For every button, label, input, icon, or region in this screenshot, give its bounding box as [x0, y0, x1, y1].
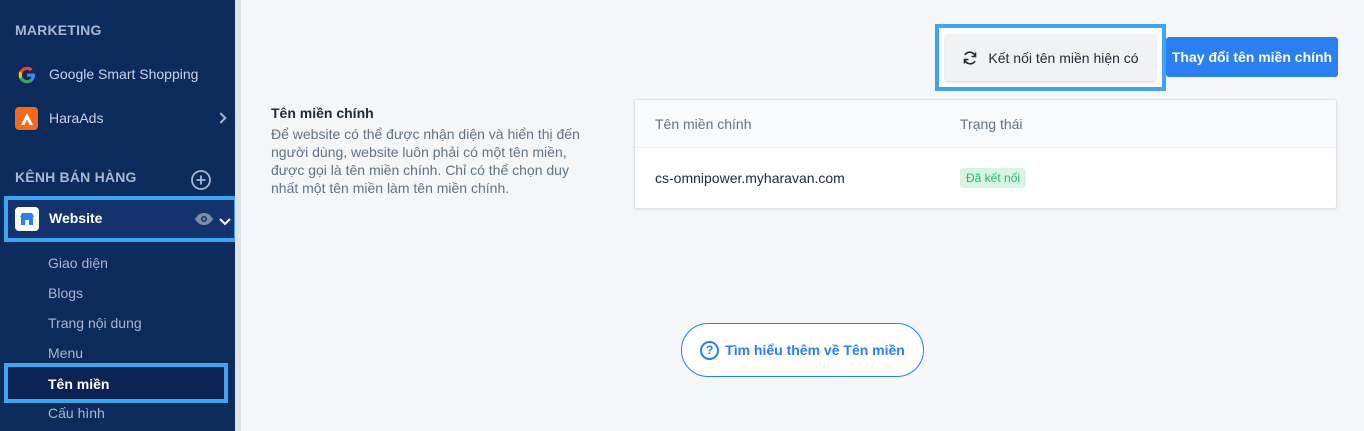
eye-icon[interactable]: [194, 212, 214, 231]
google-icon: [15, 63, 38, 86]
connect-existing-domain-button[interactable]: Kết nối tên miền hiện có: [945, 34, 1156, 81]
chevron-right-icon[interactable]: [215, 112, 227, 124]
sidebar-subitem-theme[interactable]: Giao diện: [48, 255, 108, 271]
column-header-domain: Tên miền chính: [655, 116, 752, 132]
sidebar-item-label: Website: [49, 210, 103, 226]
learn-more-button[interactable]: ? Tìm hiểu thêm về Tên miền: [681, 323, 924, 377]
sidebar-item-website[interactable]: Website: [4, 196, 238, 242]
haraads-icon: [15, 107, 38, 130]
sidebar-subitem-settings[interactable]: Cấu hình: [48, 405, 105, 421]
section-description: Để website có thể được nhận diện và hiển…: [271, 126, 580, 196]
sidebar-subitem-blogs[interactable]: Blogs: [48, 285, 83, 301]
connect-button-label: Kết nối tên miền hiện có: [988, 49, 1139, 66]
sales-channels-heading: KÊNH BÁN HÀNG: [15, 169, 137, 185]
sidebar-divider: [235, 0, 241, 431]
sidebar-subitem-label: Tên miền: [48, 376, 110, 392]
status-badge: Đã kết nối: [960, 168, 1027, 188]
marketing-heading: MARKETING: [15, 22, 102, 38]
sync-icon: [962, 50, 978, 66]
sidebar-item-haraads[interactable]: HaraAds: [0, 98, 235, 138]
change-primary-domain-button[interactable]: Thay đổi tên miền chính: [1166, 37, 1338, 77]
sidebar-item-google-smart-shopping[interactable]: Google Smart Shopping: [0, 54, 235, 94]
store-icon: [15, 207, 39, 231]
sidebar: MARKETING Google Smart Shopping HaraAds …: [0, 0, 238, 431]
domain-cell: cs-omnipower.myharavan.com: [655, 170, 845, 186]
domain-table: Tên miền chính Trạng thái cs-omnipower.m…: [634, 99, 1337, 209]
help-icon: ?: [700, 340, 720, 360]
learn-more-label: Tìm hiểu thêm về Tên miền: [725, 342, 905, 358]
chevron-down-icon[interactable]: [218, 214, 232, 232]
column-header-status: Trạng thái: [960, 116, 1023, 132]
section-title: Tên miền chính: [271, 105, 374, 121]
sidebar-subitem-pages[interactable]: Trang nội dung: [48, 315, 142, 331]
sidebar-subitem-domains[interactable]: Tên miền: [4, 363, 228, 403]
sidebar-item-label: Google Smart Shopping: [49, 66, 199, 82]
sidebar-item-label: HaraAds: [49, 110, 104, 126]
add-channel-icon[interactable]: [190, 169, 212, 196]
sidebar-subitem-menu[interactable]: Menu: [48, 345, 83, 361]
connect-domain-highlight: Kết nối tên miền hiện có: [935, 24, 1166, 91]
